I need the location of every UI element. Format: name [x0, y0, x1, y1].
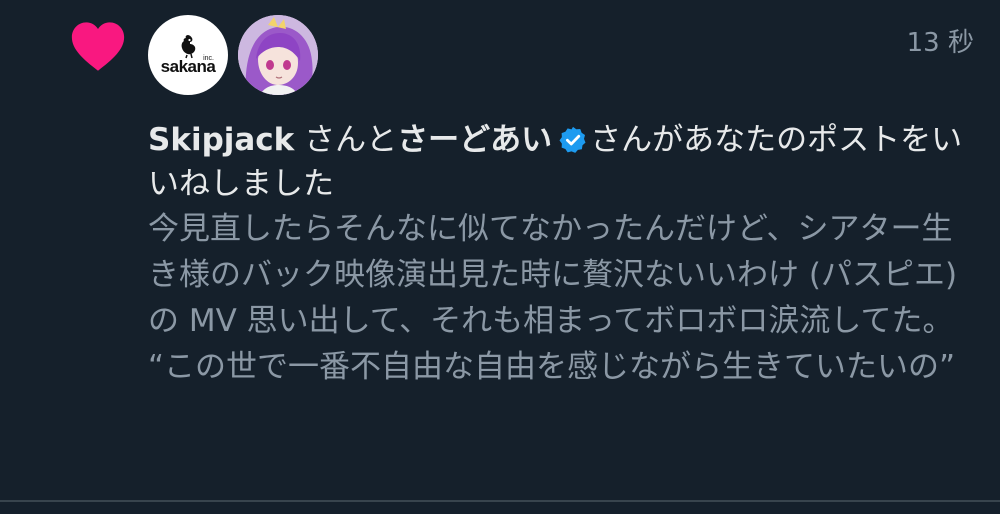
liked-post-text[interactable]: 今見直したらそんなに似てなかったんだけど、シアター生き様のバック映像演出見た時に… — [148, 206, 978, 344]
heart-icon — [71, 22, 125, 71]
timestamp: 13 秒 — [906, 28, 974, 58]
rooster-logo-icon — [181, 35, 196, 59]
notification-headline: Skipjack さんとさーどあい さんがあなたのポストをいいねしました — [148, 118, 978, 206]
headline-connector: さんと — [294, 122, 398, 158]
actor-name-skipjack[interactable]: Skipjack — [148, 122, 294, 158]
anime-character-avatar-icon — [238, 15, 318, 95]
verified-badge-icon — [559, 126, 586, 153]
liked-post-quote[interactable]: “この世で一番不自由な自由を感じながら生きていたいの” — [148, 344, 978, 390]
notification-content: Skipjack さんとさーどあい さんがあなたのポストをいいねしました 今見直し… — [148, 118, 978, 390]
avatar-group: sakana inc. — [148, 15, 318, 95]
avatar-skipjack[interactable]: sakana inc. — [148, 15, 228, 95]
like-notification[interactable]: 13 秒 sakana inc. Skipjack さんとさーどあい さんがあな… — [0, 0, 1000, 500]
avatar-third-eye[interactable] — [238, 15, 318, 95]
actor-name-third-eye[interactable]: さーどあい — [397, 122, 552, 158]
divider — [0, 500, 1000, 502]
avatar-logo-subtext: inc. — [203, 55, 214, 62]
